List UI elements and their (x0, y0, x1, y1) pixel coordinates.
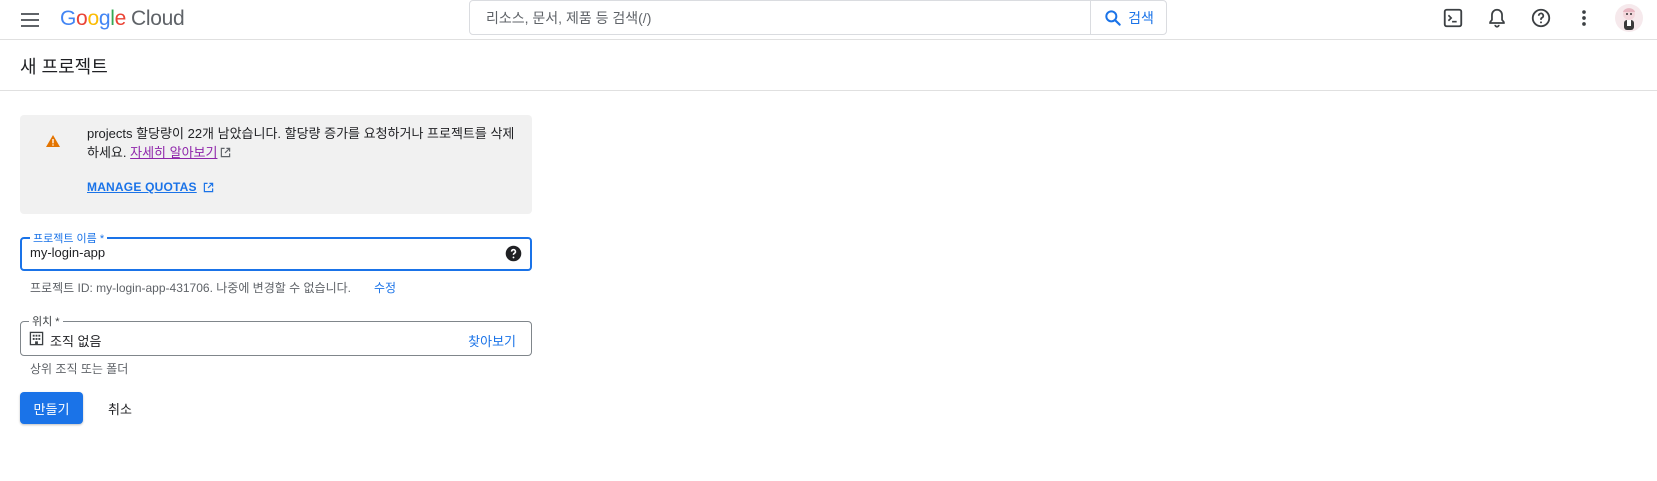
search-input[interactable] (470, 1, 1090, 34)
logo-letter: o (76, 7, 88, 30)
project-id-hint: 프로젝트 ID: my-login-app-431706. 나중에 변경할 수 … (30, 281, 352, 295)
logo-cloud-text: Cloud (130, 7, 185, 30)
warning-icon (46, 135, 60, 147)
search-button-label: 검색 (1128, 9, 1154, 26)
project-name-field[interactable]: 프로젝트 이름 * (20, 230, 532, 271)
logo-letter: o (87, 7, 99, 30)
logo-letter: g (98, 7, 111, 30)
logo-letter: G (60, 7, 77, 30)
manage-quotas-link[interactable]: MANAGE QUOTAS (87, 180, 214, 194)
warning-text-block: projects 할당량이 22개 남았습니다. 할당량 증가를 요청하거나 프… (87, 124, 517, 162)
top-bar: GoogleCloud 검색 (0, 0, 1657, 40)
logo-letter: e (114, 7, 127, 30)
external-link-icon (221, 147, 231, 158)
search-bar: 검색 (469, 0, 1167, 35)
project-name-label: 프로젝트 이름 * (30, 230, 108, 246)
location-hint: 상위 조직 또는 폴더 (30, 362, 129, 376)
create-button[interactable]: 만들기 (20, 392, 83, 424)
location-value: 조직 없음 (50, 334, 102, 349)
more-vert-icon[interactable] (1572, 6, 1596, 30)
search-button[interactable]: 검색 (1090, 1, 1166, 34)
menu-icon[interactable] (18, 8, 42, 32)
help-icon[interactable] (1529, 6, 1553, 30)
project-name-input[interactable] (30, 245, 480, 260)
manage-quotas-label: MANAGE QUOTAS (87, 180, 197, 194)
page-title: 새 프로젝트 (20, 57, 108, 77)
help-circle-icon[interactable] (505, 245, 522, 262)
external-link-icon (203, 182, 213, 192)
building-icon (29, 331, 44, 346)
location-label: 위치 * (29, 313, 63, 329)
cloud-shell-icon[interactable] (1441, 6, 1465, 30)
quota-warning-banner: projects 할당량이 22개 남았습니다. 할당량 증가를 요청하거나 프… (20, 115, 532, 214)
google-cloud-logo[interactable]: Go o g l e Cloud (60, 6, 185, 32)
avatar[interactable] (1615, 4, 1643, 32)
cancel-button[interactable]: 취소 (96, 392, 144, 424)
edit-project-id-link[interactable]: 수정 (374, 279, 396, 296)
browse-location-button[interactable]: 찾아보기 (468, 331, 516, 350)
learn-more-link[interactable]: 자세히 알아보기 (130, 145, 217, 160)
location-field: 위치 * 조직 없음 찾아보기 (20, 313, 532, 356)
search-icon (1105, 9, 1121, 26)
notifications-icon[interactable] (1485, 6, 1509, 30)
page-header: 새 프로젝트 (0, 40, 1657, 91)
